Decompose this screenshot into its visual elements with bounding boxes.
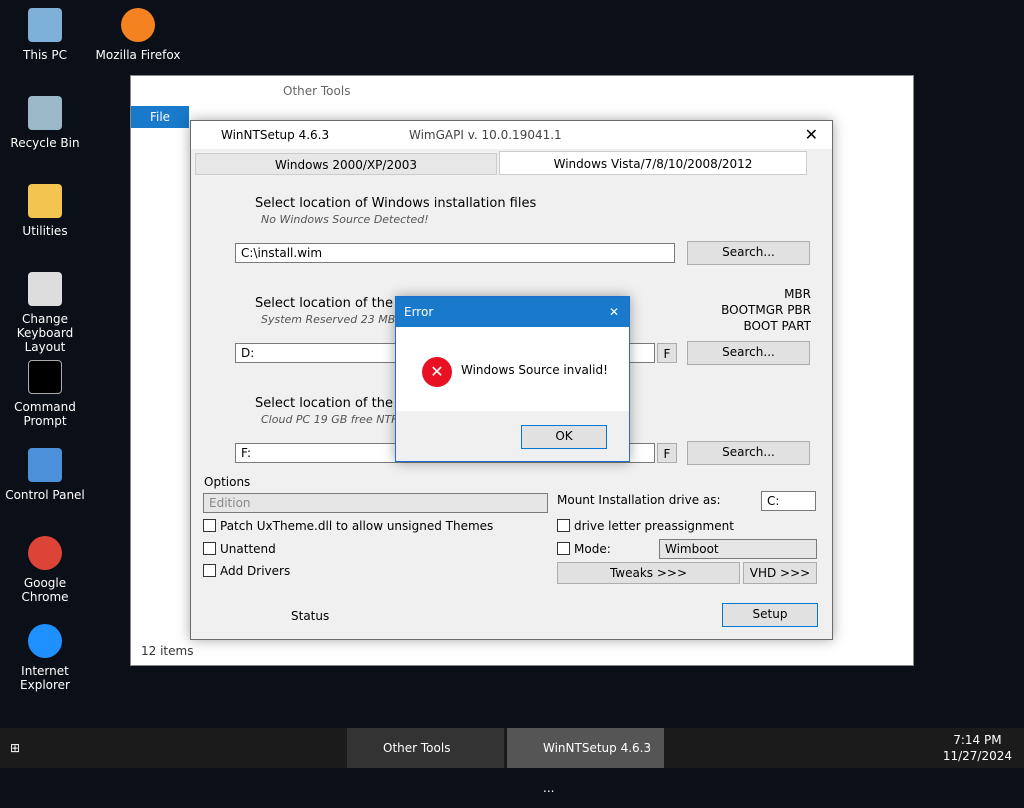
recycle-bin-label: Recycle Bin (10, 136, 80, 150)
utilities-label: Utilities (22, 224, 68, 238)
patch-label: Patch UxTheme.dll to allow unsigned Them… (220, 519, 494, 533)
drive-select[interactable]: C: (761, 491, 816, 511)
this-pc-icon[interactable]: This PC (0, 8, 90, 62)
unattend-checkbox[interactable] (203, 542, 216, 555)
drivers-checkbox[interactable] (203, 564, 216, 577)
mode-select[interactable]: Wimboot (659, 539, 817, 559)
error-titlebar: Error ✕ (396, 297, 629, 327)
wnt-titlebar: WinNTSetup 4.6.3 WimGAPI v. 10.0.19041.1… (191, 121, 832, 149)
source-title: Select location of Windows installation … (255, 196, 537, 211)
vhd-button[interactable]: VHD >>> (743, 562, 817, 584)
mbr-label: MBR (784, 287, 811, 301)
explorer-title: Other Tools (283, 84, 351, 98)
source-search-button[interactable]: Search... (687, 241, 810, 265)
options-label: Options (204, 475, 251, 489)
command-prompt-label: Command Prompt (14, 400, 76, 428)
setup-button[interactable]: Setup (722, 603, 818, 627)
start-icon[interactable]: ⊞ (0, 728, 30, 768)
mount-label: Mount Installation drive as: (557, 493, 721, 507)
close-icon[interactable]: ✕ (805, 121, 818, 149)
wimgapi-label: WimGAPI v. 10.0.19041.1 (409, 128, 562, 142)
tab-xp[interactable]: Windows 2000/XP/2003 (195, 153, 497, 175)
items-count: 12 items (141, 644, 194, 658)
error-message: Windows Source invalid! (461, 363, 608, 377)
bootpart-label: BOOT PART (743, 319, 811, 333)
taskbar: ⊞ Other Tools WinNTSetup 4.6.3 ... 7:14 … (0, 728, 1024, 795)
error-title: Error (404, 305, 434, 319)
install-search-button[interactable]: Search... (687, 441, 810, 465)
this-pc-label: This PC (23, 48, 67, 62)
command-prompt-icon[interactable]: Command Prompt (0, 360, 90, 428)
mode-label: Mode: (574, 542, 611, 556)
firefox-icon[interactable]: Mozilla Firefox (93, 8, 183, 62)
tab-vista[interactable]: Windows Vista/7/8/10/2008/2012 (499, 151, 807, 175)
dialog-close-icon[interactable]: ✕ (609, 297, 619, 327)
mode-checkbox[interactable] (557, 542, 570, 555)
error-dialog: Error ✕ ✕ Windows Source invalid! OK (395, 296, 630, 462)
boot-search-button[interactable]: Search... (687, 341, 810, 365)
chrome-label: Google Chrome (21, 576, 69, 604)
control-panel-label: Control Panel (5, 488, 85, 502)
keyboard-layout-icon[interactable]: Change Keyboard Layout (0, 272, 90, 354)
ie-label: Internet Explorer (20, 664, 70, 692)
preassign-label: drive letter preassignment (574, 519, 734, 533)
error-icon: ✕ (422, 357, 452, 387)
chrome-icon[interactable]: Google Chrome (0, 536, 90, 604)
firefox-label: Mozilla Firefox (95, 48, 181, 62)
tweaks-button[interactable]: Tweaks >>> (557, 562, 740, 584)
boot-format-button[interactable]: F (657, 343, 677, 363)
taskbar-winntsetup[interactable]: WinNTSetup 4.6.3 ... (507, 728, 664, 795)
boot-title: Select location of the Bo (255, 296, 414, 311)
taskbar-other-tools[interactable]: Other Tools (347, 728, 504, 768)
control-panel-icon[interactable]: Control Panel (0, 448, 90, 502)
ie-icon[interactable]: Internet Explorer (0, 624, 90, 692)
patch-checkbox[interactable] (203, 519, 216, 532)
ok-button[interactable]: OK (521, 425, 607, 449)
install-format-button[interactable]: F (657, 443, 677, 463)
keyboard-layout-label: Change Keyboard Layout (16, 312, 74, 354)
status-label: Status (291, 609, 330, 623)
clock-date[interactable]: 11/27/2024 (943, 748, 1012, 764)
source-status: No Windows Source Detected! (261, 213, 429, 226)
file-tab[interactable]: File (131, 106, 189, 128)
install-title: Select location of the Ins (255, 396, 416, 411)
source-input[interactable]: C:\install.wim (235, 243, 675, 263)
preassign-checkbox[interactable] (557, 519, 570, 532)
utilities-folder-icon[interactable]: Utilities (0, 184, 90, 238)
edition-select[interactable]: Edition (203, 493, 548, 513)
clock-time[interactable]: 7:14 PM (943, 732, 1012, 748)
wnt-title: WinNTSetup 4.6.3 (221, 128, 330, 142)
drivers-label: Add Drivers (220, 564, 291, 578)
recycle-bin-icon[interactable]: Recycle Bin (0, 96, 90, 150)
bootmgr-label: BOOTMGR PBR (721, 303, 811, 317)
unattend-label: Unattend (220, 542, 276, 556)
